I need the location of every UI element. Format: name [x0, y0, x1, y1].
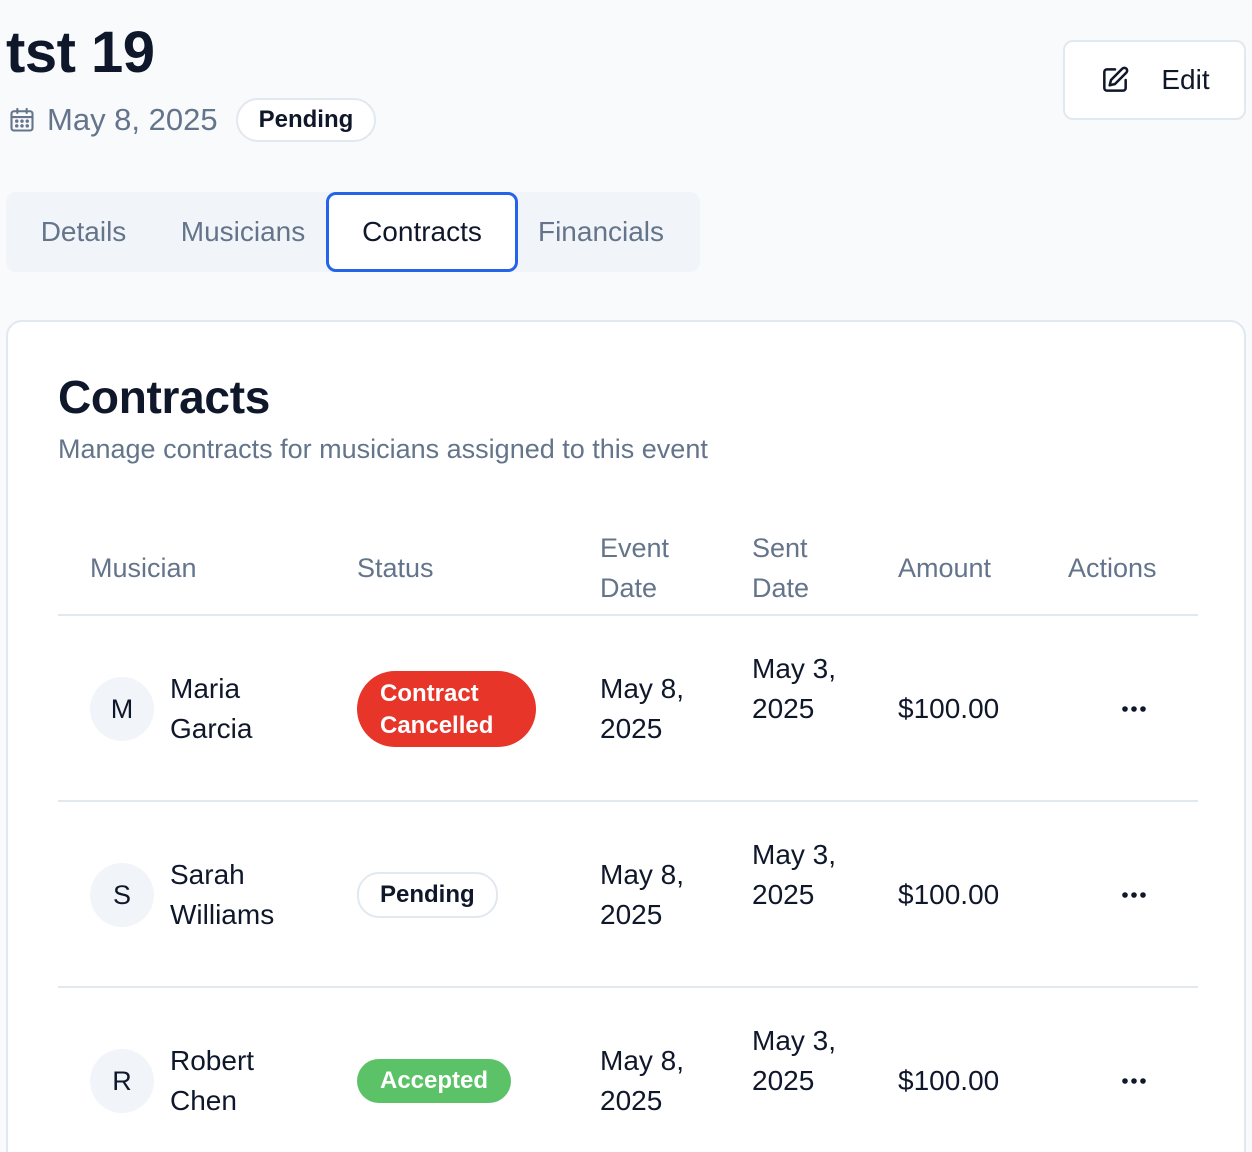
contracts-card: Contracts Manage contracts for musicians… — [6, 320, 1246, 1152]
contracts-title: Contracts — [58, 371, 271, 423]
more-horizontal-icon — [1121, 886, 1147, 904]
column-actions: Actions — [1068, 553, 1157, 583]
avatar: M — [90, 677, 154, 741]
tab-list: Details Musicians Contracts Financials — [6, 192, 700, 272]
event-date: May 8, 2025 — [47, 102, 218, 137]
table-row: S Sarah Williams Pending May 8, 2025 May… — [8, 802, 1248, 988]
event-date-cell: May 8, 2025 — [600, 859, 685, 930]
event-page: tst 19 May 8, 2025 Pending Edit Details … — [0, 0, 1252, 1152]
column-event-date: Event Date — [600, 533, 670, 603]
sent-date-cell: May 3, 2025 — [752, 839, 837, 910]
musician-name: Maria Garcia — [170, 673, 253, 744]
column-status: Status — [357, 553, 434, 583]
event-date-cell: May 8, 2025 — [600, 1045, 685, 1116]
column-sent-date: Sent Date — [752, 533, 810, 603]
edit-button[interactable]: Edit — [1063, 40, 1246, 120]
table-row: R Robert Chen Accepted May 8, 2025 May 3… — [8, 988, 1248, 1152]
more-horizontal-icon — [1121, 1072, 1147, 1090]
tab-musicians[interactable]: Musicians — [166, 192, 320, 272]
edit-icon — [1099, 64, 1131, 96]
row-actions-button[interactable] — [1112, 1061, 1156, 1101]
status-badge: Accepted — [357, 1059, 512, 1103]
event-status-badge: Pending — [235, 98, 377, 142]
edit-button-label: Edit — [1161, 64, 1210, 95]
contracts-subtitle: Manage contracts for musicians assigned … — [58, 434, 708, 464]
avatar: S — [90, 863, 154, 927]
column-amount: Amount — [898, 553, 992, 583]
tab-contracts[interactable]: Contracts — [326, 192, 518, 272]
sent-date-cell: May 3, 2025 — [752, 1025, 837, 1096]
tab-financials[interactable]: Financials — [524, 192, 678, 272]
column-musician: Musician — [90, 553, 197, 583]
avatar: R — [90, 1049, 154, 1113]
table-row: M Maria Garcia Contract Cancelled May 8,… — [8, 616, 1248, 802]
more-horizontal-icon — [1121, 700, 1147, 718]
musician-name: Sarah Williams — [170, 859, 275, 930]
amount-cell: $100.00 — [898, 879, 1000, 910]
row-actions-button[interactable] — [1112, 689, 1156, 729]
status-badge: Pending — [357, 872, 498, 918]
status-badge: Contract Cancelled — [357, 671, 536, 747]
sent-date-cell: May 3, 2025 — [752, 653, 837, 724]
tab-details[interactable]: Details — [16, 192, 151, 272]
event-date-cell: May 8, 2025 — [600, 673, 685, 744]
musician-name: Robert Chen — [170, 1045, 255, 1116]
amount-cell: $100.00 — [898, 693, 1000, 724]
row-actions-button[interactable] — [1112, 875, 1156, 915]
calendar-icon — [8, 106, 36, 134]
amount-cell: $100.00 — [898, 1065, 1000, 1096]
page-title: tst 19 — [6, 20, 155, 85]
event-meta: May 8, 2025 Pending — [8, 98, 377, 142]
